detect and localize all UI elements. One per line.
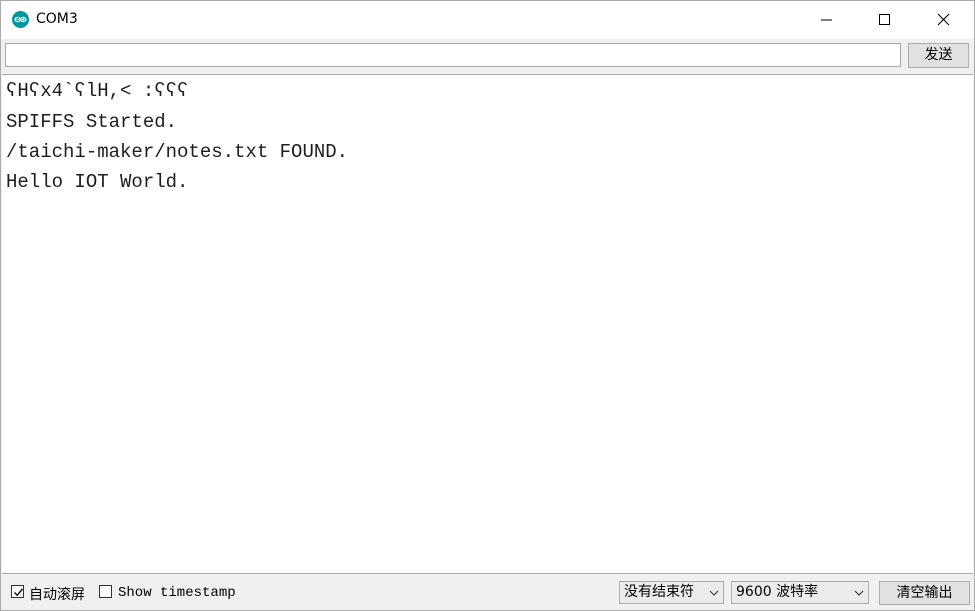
timestamp-checkbox[interactable] [99,585,112,598]
line-ending-select[interactable]: 没有结束符 [619,581,724,604]
autoscroll-label[interactable]: 自动滚屏 [29,584,85,604]
line-ending-value: 没有结束符 [624,584,694,600]
minimize-icon [821,19,832,21]
minimize-button[interactable] [798,1,856,39]
timestamp-label[interactable]: Show timestamp [118,585,236,601]
output-line: SPIFFS Started. [6,111,178,133]
send-button[interactable]: 发送 [908,43,969,68]
output-line: ʕHʕx4`ʕlH,< :ʕʕʕ [6,80,189,102]
chevron-down-icon [854,590,864,596]
close-icon [937,13,950,26]
baud-rate-select[interactable]: 9600 波特率 [731,581,869,604]
serial-monitor-window: COM3 发送 ʕHʕx4`ʕlH,< :ʕʕʕ SPIFFS Started.… [0,0,975,611]
output-line: Hello IOT World. [6,171,189,193]
close-button[interactable] [915,1,973,39]
bottom-bar: 自动滚屏 Show timestamp 没有结束符 9600 波特率 清空输出 [1,575,974,610]
send-input[interactable] [5,43,901,67]
check-icon [14,588,24,597]
baud-rate-value: 9600 波特率 [736,584,819,600]
window-title: COM3 [36,11,78,27]
maximize-button[interactable] [856,1,914,39]
arduino-icon [12,11,29,28]
serial-output[interactable]: ʕHʕx4`ʕlH,< :ʕʕʕ SPIFFS Started. /taichi… [2,74,973,574]
title-bar[interactable]: COM3 [1,1,974,39]
output-line: /taichi-maker/notes.txt FOUND. [6,141,349,163]
clear-output-button[interactable]: 清空输出 [879,581,970,605]
autoscroll-checkbox[interactable] [11,585,24,598]
maximize-icon [879,14,890,25]
chevron-down-icon [709,590,719,596]
send-row: 发送 [1,39,974,73]
